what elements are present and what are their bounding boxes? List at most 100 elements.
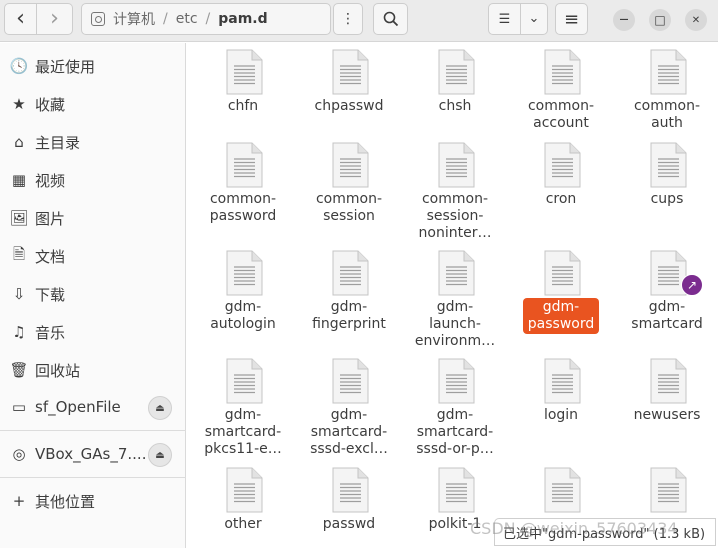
search-icon — [383, 11, 398, 27]
text-file-icon — [543, 49, 581, 95]
file-name: common- password — [209, 191, 277, 224]
file-item[interactable]: gdm- fingerprint — [296, 244, 402, 352]
clock-icon: 🕓 — [9, 57, 29, 75]
chevron-left-icon: ‹ — [16, 6, 25, 31]
file-item[interactable]: gdm- smartcard- sssd-excl… — [296, 352, 402, 460]
search-button[interactable] — [373, 3, 408, 35]
file-item[interactable]: passwd — [296, 461, 402, 548]
file-name: login — [543, 407, 579, 423]
file-name: gdm- password — [523, 298, 599, 334]
breadcrumb: 计算机 / etc / pam.d — [81, 3, 331, 35]
sidebar-divider — [0, 477, 186, 478]
back-button[interactable]: ‹ — [4, 3, 37, 35]
header-bar: ‹ › 计算机 / etc / pam.d ⋮ ☰ ⌄ ≡ — □ ✕ — [0, 0, 718, 42]
file-item[interactable]: cron — [508, 136, 614, 244]
kebab-menu-icon: ⋮ — [341, 11, 355, 27]
home-icon: ⌂ — [14, 133, 24, 151]
file-item[interactable]: chsh — [402, 43, 508, 151]
sidebar-item-starred[interactable]: ★ 收藏 — [0, 86, 186, 122]
sidebar: 🕓 最近使用 ★ 收藏 ⌂ 主目录 ▦ 视频 🖼 图片 🗎 文档 ⇩ 下载 ♫ 音乐 🗑 回收站 … — [0, 43, 186, 548]
breadcrumb-etc[interactable]: etc — [176, 11, 198, 27]
sidebar-item-documents[interactable]: 🗎 文档 — [0, 238, 186, 274]
breadcrumb-computer[interactable]: 计算机 — [113, 9, 155, 29]
drive-icon: ▭ — [11, 398, 27, 416]
text-file-icon — [225, 250, 263, 296]
sidebar-item-music[interactable]: ♫ 音乐 — [0, 314, 186, 350]
file-name: other — [224, 516, 262, 532]
sidebar-item-downloads[interactable]: ⇩ 下载 — [0, 276, 186, 312]
breadcrumb-current[interactable]: pam.d — [218, 11, 267, 27]
sidebar-item-label: 回收站 — [35, 361, 81, 380]
file-name: chfn — [227, 98, 259, 114]
file-item[interactable]: cups — [614, 136, 718, 244]
chevron-right-icon: › — [50, 6, 59, 31]
sidebar-item-label: 收藏 — [35, 95, 66, 114]
document-icon: 🗎 — [12, 244, 26, 263]
forward-button[interactable]: › — [37, 3, 73, 35]
text-file-icon — [225, 142, 263, 188]
sidebar-item-label: 音乐 — [35, 323, 66, 342]
file-item[interactable]: common- session- noninter… — [402, 136, 508, 244]
file-item[interactable]: gdm- password — [508, 244, 614, 352]
breadcrumb-separator: / — [205, 11, 211, 27]
file-name: polkit-1 — [428, 516, 482, 532]
file-item[interactable]: chfn — [190, 43, 296, 151]
sidebar-item-pictures[interactable]: 🖼 图片 — [0, 200, 186, 236]
file-item[interactable]: gdm- autologin — [190, 244, 296, 352]
sidebar-item-label: 视频 — [35, 171, 66, 190]
sidebar-item-trash[interactable]: 🗑 回收站 — [0, 352, 186, 388]
view-options-button[interactable]: ⌄ — [521, 3, 548, 35]
music-icon: ♫ — [12, 323, 26, 341]
file-name: common- auth — [633, 98, 701, 131]
main-menu-button[interactable]: ≡ — [555, 3, 588, 35]
eject-button[interactable]: ⏏ — [148, 443, 172, 467]
eject-button[interactable]: ⏏ — [148, 396, 172, 420]
sidebar-item-vbox[interactable]: ◎ VBox_GAs_7.... ⏏ — [0, 436, 186, 472]
sidebar-item-sf-openfile[interactable]: ▭ sf_OpenFile ⏏ — [0, 389, 186, 425]
file-item[interactable]: common- auth — [614, 43, 718, 151]
file-item[interactable]: gdm- smartcard- sssd-or-p… — [402, 352, 508, 460]
text-file-icon — [225, 358, 263, 404]
download-icon: ⇩ — [12, 285, 26, 303]
file-item[interactable]: ↗ gdm- smartcard — [614, 244, 718, 352]
list-view-button[interactable]: ☰ — [488, 3, 521, 35]
text-file-icon — [649, 358, 687, 404]
sidebar-item-home[interactable]: ⌂ 主目录 — [0, 124, 186, 160]
file-item[interactable]: login — [508, 352, 614, 460]
file-item[interactable]: common- password — [190, 136, 296, 244]
close-button[interactable]: ✕ — [685, 9, 707, 31]
disc-icon: ◎ — [12, 445, 26, 463]
star-icon: ★ — [12, 95, 26, 113]
file-name: cups — [650, 191, 684, 207]
file-item[interactable]: chpasswd — [296, 43, 402, 151]
sidebar-item-videos[interactable]: ▦ 视频 — [0, 162, 186, 198]
file-grid: chfn chpasswd chsh common- account commo… — [187, 43, 718, 548]
file-item[interactable]: polkit-1 — [402, 461, 508, 548]
text-file-icon — [331, 49, 369, 95]
file-item[interactable]: common- session — [296, 136, 402, 244]
file-item[interactable]: common- account — [508, 43, 614, 151]
eject-icon: ⏏ — [155, 402, 165, 414]
file-item[interactable]: gdm- smartcard- pkcs11-e… — [190, 352, 296, 460]
sidebar-item-label: 图片 — [35, 209, 66, 228]
text-file-icon — [649, 467, 687, 513]
sidebar-item-recent[interactable]: 🕓 最近使用 — [0, 48, 186, 84]
minimize-button[interactable]: — — [613, 9, 635, 31]
location-menu-button[interactable]: ⋮ — [333, 3, 363, 35]
file-item[interactable]: other — [190, 461, 296, 548]
chevron-down-icon: ⌄ — [528, 11, 540, 26]
sidebar-item-other-locations[interactable]: + 其他位置 — [0, 483, 186, 519]
file-item[interactable]: gdm- launch- environm… — [402, 244, 508, 352]
symlink-emblem-icon: ↗ — [681, 274, 703, 296]
file-name: common- account — [527, 98, 595, 131]
file-item[interactable]: newusers — [614, 352, 718, 460]
file-name: newusers — [633, 407, 701, 423]
file-name: gdm- smartcard — [631, 299, 703, 332]
maximize-button[interactable]: □ — [649, 9, 671, 31]
image-icon: 🖼 — [9, 209, 29, 227]
text-file-icon — [543, 142, 581, 188]
file-name: common- session- noninter… — [418, 191, 492, 241]
sidebar-item-label: 其他位置 — [35, 492, 96, 511]
sidebar-item-label: 主目录 — [35, 133, 81, 152]
file-name: passwd — [322, 516, 376, 532]
